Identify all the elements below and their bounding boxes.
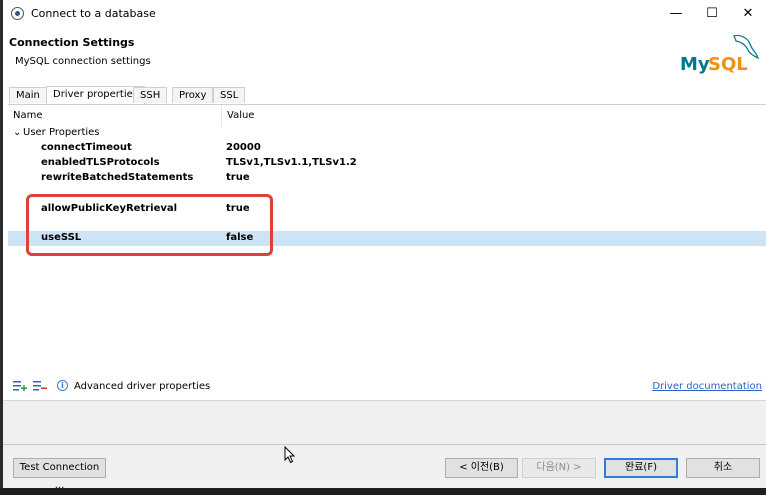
minimize-button[interactable]: —: [662, 4, 690, 24]
svg-text:SQL: SQL: [708, 54, 748, 75]
next-button[interactable]: 다음(N) >: [522, 458, 596, 478]
dialog-window: Connect to a database — ☐ ✕ Connection S…: [0, 0, 766, 491]
property-name: rewriteBatchedStatements: [41, 172, 194, 183]
property-value[interactable]: 20000: [226, 142, 261, 153]
dialog-header: Connection Settings MySQL connection set…: [3, 28, 766, 80]
divider: [3, 444, 766, 445]
back-button[interactable]: < 이전(B): [445, 458, 518, 478]
test-connection-button[interactable]: Test Connection ...: [13, 458, 106, 491]
chevron-down-icon[interactable]: ⌄: [13, 127, 23, 138]
window-edge: [0, 0, 3, 488]
property-name: enabledTLSProtocols: [41, 157, 160, 168]
tab-driver-properties[interactable]: Driver properties: [46, 86, 145, 104]
close-button[interactable]: ✕: [734, 4, 762, 24]
column-header-value[interactable]: Value: [227, 110, 254, 121]
group-user-properties[interactable]: ⌄ User Properties: [13, 127, 100, 138]
property-name: connectTimeout: [41, 142, 132, 153]
remove-property-icon[interactable]: [33, 380, 47, 392]
svg-text:My: My: [680, 54, 710, 75]
page-subtitle: MySQL connection settings: [15, 56, 151, 67]
tab-proxy[interactable]: Proxy: [172, 87, 214, 103]
table-row[interactable]: rewriteBatchedStatements true: [8, 171, 766, 186]
page-title: Connection Settings: [9, 36, 135, 49]
advanced-properties-label[interactable]: Advanced driver properties: [74, 381, 210, 392]
cancel-button[interactable]: 취소: [686, 458, 760, 478]
properties-table: Name Value ⌄ User Properties connectTimeo…: [8, 104, 766, 401]
app-icon: [11, 7, 24, 20]
add-property-icon[interactable]: [13, 380, 27, 392]
mysql-logo-icon: My SQL: [680, 34, 760, 75]
properties-toolbar: i Advanced driver properties Driver docu…: [8, 376, 766, 398]
driver-documentation-link[interactable]: Driver documentation: [652, 381, 762, 392]
finish-button[interactable]: 완료(F): [604, 458, 678, 478]
property-value[interactable]: TLSv1,TLSv1.1,TLSv1.2: [226, 157, 357, 168]
info-icon: i: [57, 380, 68, 391]
table-row[interactable]: enabledTLSProtocols TLSv1,TLSv1.1,TLSv1.…: [8, 156, 766, 171]
tab-main[interactable]: Main: [9, 87, 47, 103]
highlight-annotation-box: [26, 194, 273, 256]
column-divider: [221, 105, 222, 127]
property-value[interactable]: true: [226, 172, 250, 183]
maximize-button[interactable]: ☐: [698, 4, 726, 24]
tab-ssh[interactable]: SSH: [133, 87, 168, 103]
title-bar: Connect to a database — ☐ ✕: [3, 0, 766, 28]
table-row[interactable]: connectTimeout 20000: [8, 141, 766, 156]
tab-bar: Main Driver properties SSH Proxy SSL: [3, 86, 766, 104]
window-title: Connect to a database: [31, 7, 156, 20]
mouse-cursor-icon: [284, 446, 296, 464]
tab-ssl[interactable]: SSL: [213, 87, 246, 103]
column-header-name[interactable]: Name: [13, 110, 43, 121]
group-label: User Properties: [23, 127, 100, 138]
